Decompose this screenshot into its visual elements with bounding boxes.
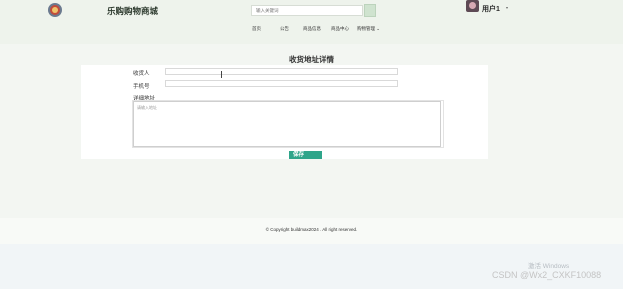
search-input[interactable] [251,5,363,16]
nav-item-home[interactable]: 首页 [252,26,261,32]
recipient-input[interactable] [165,68,398,75]
shop-logo-icon[interactable] [48,3,62,17]
avatar[interactable] [466,0,479,12]
text-cursor-icon [221,71,222,78]
address-textarea[interactable]: 请输入地址 [133,101,441,147]
chevron-down-icon[interactable]: ▾ [506,5,508,10]
site-name[interactable]: 乐购购物商城 [107,5,158,17]
phone-label: 手机号 [133,84,150,90]
page-title: 收货地址详情 [289,55,334,64]
nav-item-product-info[interactable]: 商品信息 [303,26,321,32]
top-nav: 首页 公告 商品信息 商品中心 购物管理 ⌄ [0,26,623,36]
copyright-text: © Copyright buildmax2024 . All right res… [265,227,358,232]
nav-item-shopping-manage[interactable]: 购物管理 ⌄ [357,26,380,32]
nav-item-product-center[interactable]: 商品中心 [331,26,349,32]
search-button[interactable] [364,4,376,17]
activate-windows-text: 激活 Windows [528,263,570,270]
nav-item-notice[interactable]: 公告 [280,26,289,32]
phone-input[interactable] [165,80,398,87]
csdn-watermark: CSDN @Wx2_CXKF10088 [492,270,602,280]
username[interactable]: 用户1 [482,4,500,14]
recipient-label: 收货人 [133,71,150,77]
save-button[interactable]: 保存 [289,151,322,159]
